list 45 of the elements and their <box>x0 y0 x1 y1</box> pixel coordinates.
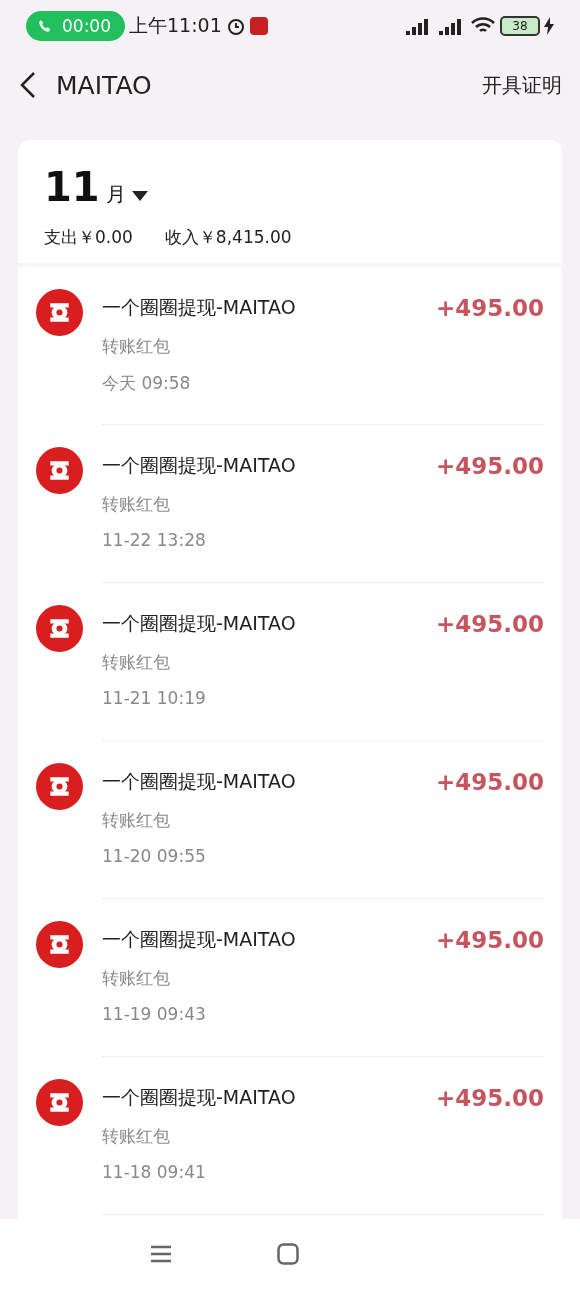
app-logo-icon <box>36 289 83 336</box>
transaction-amount: +495.00 <box>435 295 544 323</box>
transaction-title[interactable]: 一个圈圈提现-MAITAO <box>102 927 436 953</box>
transaction-time: 11-21 10:19 <box>102 688 207 708</box>
clock-time: 上午11:01 <box>129 13 222 38</box>
transaction-title[interactable]: 一个圈圈提现-MAITAO <box>102 1085 436 1111</box>
dropdown-icon <box>131 191 148 201</box>
home-icon[interactable] <box>277 1243 299 1265</box>
transaction-title[interactable]: 一个圈圈提现-MAITAO <box>102 453 436 479</box>
transaction-type: 转账红包 <box>102 967 171 990</box>
transaction-time: 今天 09:58 <box>102 372 192 395</box>
app-logo-icon <box>36 921 83 968</box>
menu-icon[interactable] <box>150 1244 172 1264</box>
transaction-type: 转账红包 <box>102 335 171 358</box>
transaction-time: 11-18 09:41 <box>102 1162 207 1182</box>
transaction-type: 转账红包 <box>102 493 171 516</box>
transaction-title[interactable]: 一个圈圈提现-MAITAO <box>102 611 436 637</box>
transaction-amount: +495.00 <box>435 927 544 955</box>
transaction-amount: +495.00 <box>435 1085 544 1113</box>
app-logo-icon <box>36 1079 83 1126</box>
expense-total: 支出￥0.00 <box>44 226 133 249</box>
app-logo-icon <box>36 447 83 494</box>
transaction-amount: +495.00 <box>435 611 544 639</box>
transaction-title[interactable]: 一个圈圈提现-MAITAO <box>102 769 436 795</box>
transaction-time: 11-22 13:28 <box>102 530 207 550</box>
app-logo-icon <box>36 605 83 652</box>
transaction-title[interactable]: 一个圈圈提现-MAITAO <box>102 295 436 321</box>
app-logo-icon <box>36 763 83 810</box>
month-selector[interactable]: 11 月 <box>44 164 148 210</box>
page-title: MAITAO <box>56 70 153 100</box>
transaction-time: 11-20 09:55 <box>102 846 207 866</box>
transaction-time: 11-19 09:43 <box>102 1004 207 1024</box>
income-total: 收入￥8,415.00 <box>164 226 292 249</box>
battery-indicator: 38 <box>500 16 540 36</box>
back-icon[interactable] <box>18 71 38 99</box>
charging-icon <box>544 17 554 35</box>
transaction-type: 转账红包 <box>102 809 171 832</box>
issue-certificate-button[interactable]: 开具证明 <box>482 71 562 99</box>
alarm-icon <box>225 16 246 36</box>
transaction-amount: +495.00 <box>435 453 544 481</box>
app-notification-icon <box>249 17 268 35</box>
transaction-type: 转账红包 <box>102 1125 171 1148</box>
transaction-type: 转账红包 <box>102 651 171 674</box>
phone-icon <box>38 19 52 33</box>
transaction-amount: +495.00 <box>435 769 544 797</box>
